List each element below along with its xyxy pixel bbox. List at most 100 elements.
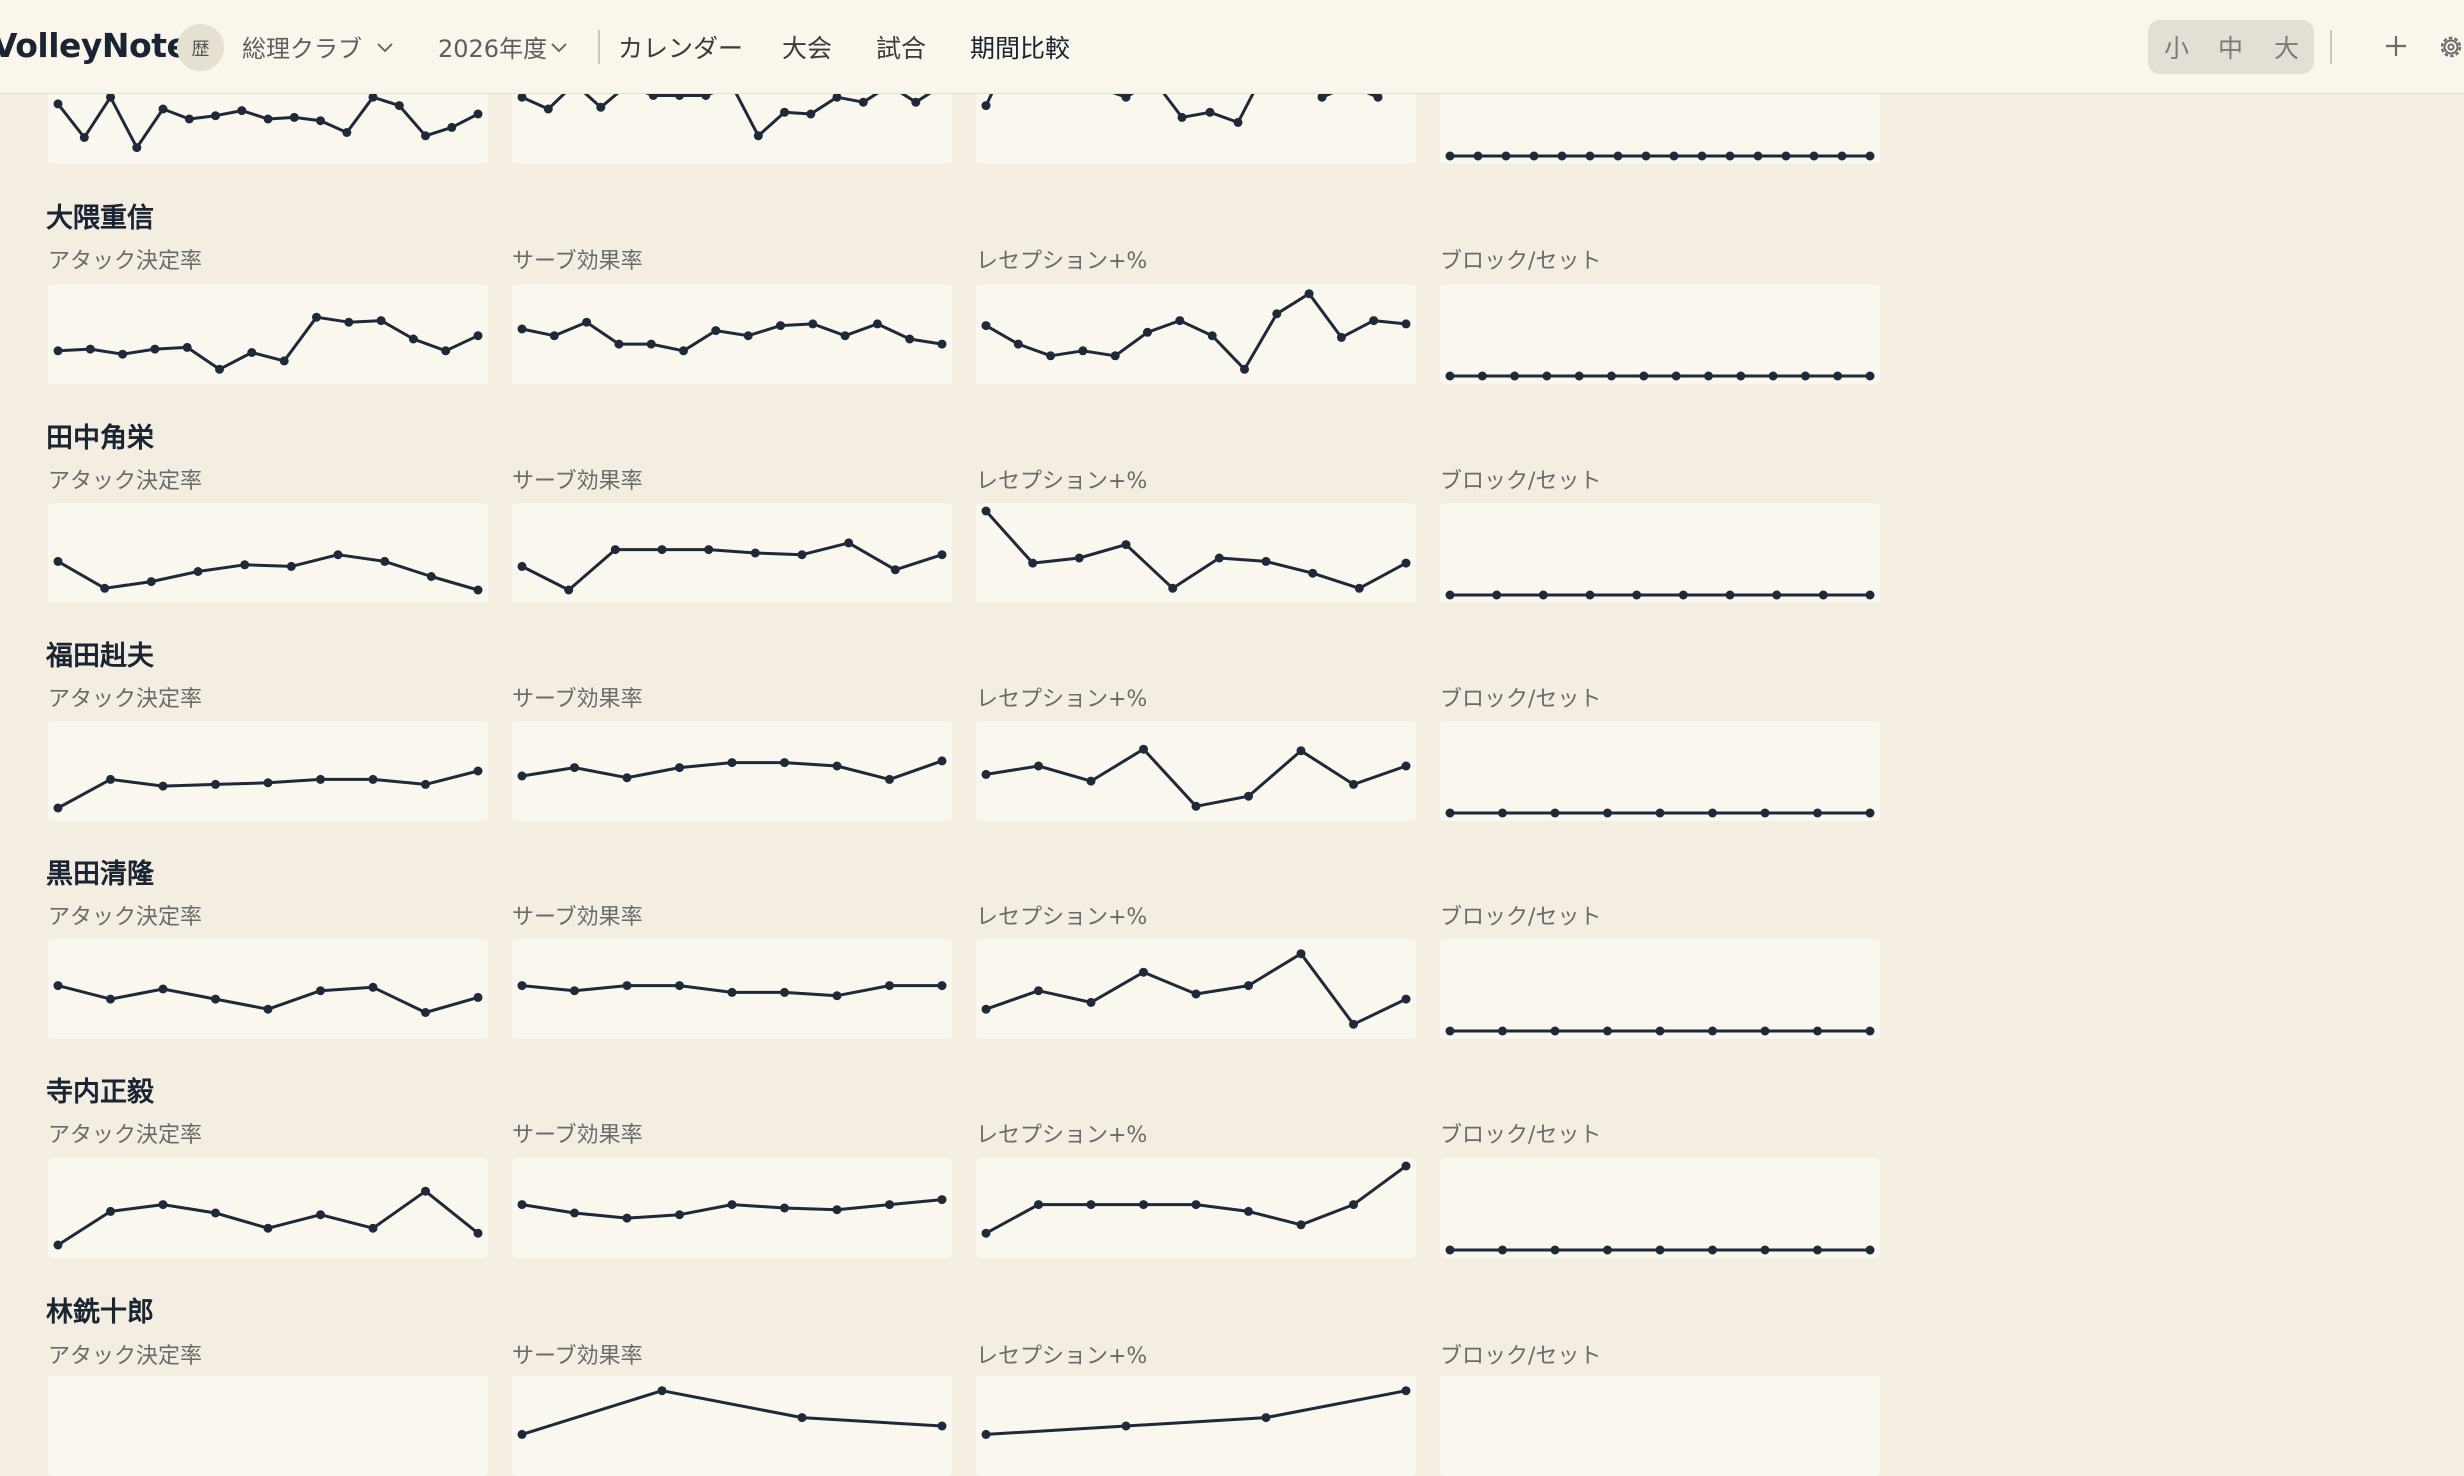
data-point [753,131,763,141]
sparkline-attack-rate [48,1158,488,1258]
data-point [570,986,579,996]
chevron-down-icon[interactable] [376,42,394,54]
app-logo[interactable]: VolleyNote [0,26,189,65]
data-point [1669,151,1679,161]
data-point [517,1200,527,1210]
data-point [1034,761,1043,771]
data-point [473,992,483,1002]
data-point [316,774,325,784]
metric-label-reception-plus: レセプション+% [976,469,1148,494]
data-point [279,356,289,366]
nav-match[interactable]: 試合 [876,29,926,65]
metric-label-reception-plus: レセプション+% [976,1344,1148,1369]
sparkline-svg [1445,371,1875,381]
data-point [1191,801,1201,811]
data-point [1401,761,1411,771]
sparkline-svg [1445,1245,1875,1255]
season-selector[interactable]: 2026年度 [438,29,547,64]
data-point [184,114,194,124]
data-point [1473,151,1483,161]
metric-label-block-per-set: ブロック/セット [1440,687,1602,712]
sparkline-serve-efficiency [512,1158,952,1258]
data-point [1753,151,1763,161]
metric-label-reception-plus: レセプション+% [976,905,1148,930]
data-point [1401,1386,1411,1396]
series-line [57,553,479,592]
data-point [596,102,606,112]
data-point [1207,331,1217,341]
size-large-button[interactable]: 大 [2274,29,2299,65]
data-point [333,550,343,560]
header-divider [598,30,600,64]
data-point [1296,746,1306,756]
club-avatar[interactable]: 歴 [177,24,224,71]
sparkline-svg [517,1195,947,1223]
data-point [1632,590,1642,600]
data-point [1445,151,1455,161]
sparkline-svg [517,317,947,356]
metric-label-block-per-set: ブロック/セット [1440,1123,1602,1148]
sparkline-svg [981,289,1411,374]
club-selector[interactable]: 総理クラブ [242,29,362,64]
data-point [1818,590,1828,600]
series-line [984,509,1407,590]
data-point [832,92,842,102]
data-point [240,560,250,570]
data-point [582,317,592,327]
sparkline-svg [981,1161,1411,1238]
data-point [1373,92,1383,102]
nav-tournament[interactable]: 大会 [782,29,832,65]
nav-calendar[interactable]: カレンダー [618,29,743,65]
data-point [675,1210,684,1220]
data-point [1445,808,1455,818]
data-point [1177,112,1187,122]
chevron-down-icon[interactable] [550,42,568,54]
data-point [981,506,991,516]
nav-period-compare[interactable]: 期間比較 [970,29,1070,65]
data-point [780,987,789,997]
data-point [727,987,737,997]
data-point [1139,967,1148,977]
sparkline-attack-rate [48,721,488,821]
metric-label-block-per-set: ブロック/セット [1440,249,1602,274]
data-point [211,779,220,789]
sparkline-attack-rate [48,284,488,384]
plus-icon[interactable] [2376,26,2416,66]
top-header: VolleyNote 歴 総理クラブ 2026年度 カレンダー 大会 試合 期間… [0,0,2464,94]
data-point [473,109,483,119]
metric-label-block-per-set: ブロック/セット [1440,905,1602,930]
data-point [1725,590,1735,600]
data-point [158,984,168,994]
metric-label-serve-efficiency: サーブ効果率 [512,687,643,712]
data-point [316,986,325,996]
sparkline-attack-rate [48,1376,488,1476]
data-point [53,803,63,813]
data-point [1607,371,1616,381]
data-point [905,334,915,344]
data-point [421,1008,430,1017]
data-point [564,585,574,595]
data-point [1191,989,1201,999]
gear-icon[interactable] [2436,32,2464,62]
data-point [1655,1026,1665,1036]
data-point [394,101,404,111]
data-point [1760,1245,1770,1255]
size-medium-button[interactable]: 中 [2218,29,2243,65]
data-point [1603,1245,1612,1255]
data-point [368,774,378,784]
sparkline-svg [53,981,483,1017]
data-point [247,348,257,357]
data-point [1214,553,1224,563]
size-small-button[interactable]: 小 [2164,29,2189,65]
data-point [1492,590,1502,600]
data-point [1086,1200,1096,1210]
sparkline-svg [1445,808,1875,818]
data-point [937,1195,947,1205]
data-point [780,1203,789,1213]
data-point [1781,151,1791,161]
series-line [985,1389,1407,1436]
data-point [1296,1220,1306,1230]
data-point [473,331,483,341]
data-point [158,1200,168,1210]
data-point [1865,151,1875,161]
